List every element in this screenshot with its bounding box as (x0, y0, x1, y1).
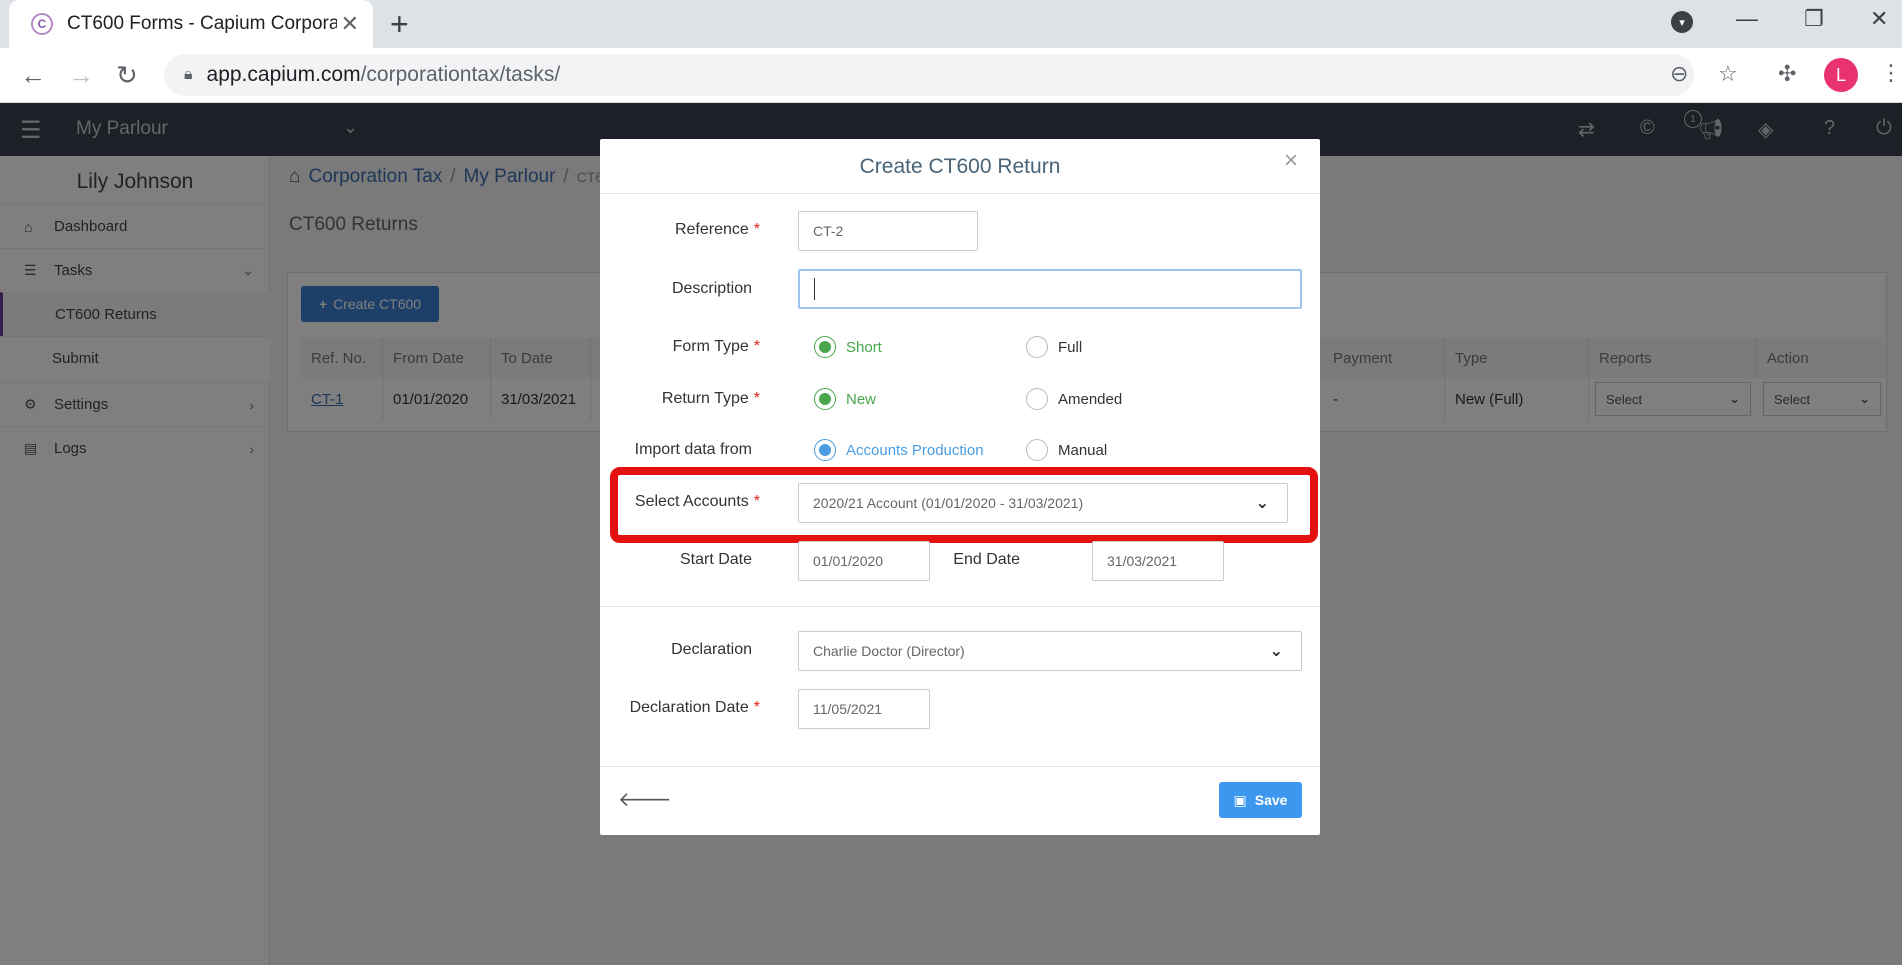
browser-tab[interactable]: C CT600 Forms - Capium Corporati ✕ (9, 0, 373, 48)
return-type-amended-radio[interactable]: Amended (1026, 388, 1122, 410)
radio-label: Full (1058, 338, 1083, 356)
lock-icon: 🔒︎ (184, 66, 193, 83)
close-window-icon[interactable]: ✕ (1870, 6, 1888, 32)
create-ct600-modal: Create CT600 Return × Reference * CT-2 De… (600, 139, 1320, 835)
declaration-date-input[interactable]: 11/05/2021 (798, 689, 930, 729)
browser-tab-title: CT600 Forms - Capium Corporati (67, 13, 337, 34)
capium-favicon-icon: C (31, 13, 53, 35)
save-button[interactable]: ▣ Save (1219, 782, 1302, 818)
description-label: Description (671, 280, 752, 297)
tab-close-icon[interactable]: ✕ (341, 11, 359, 37)
reference-input[interactable]: CT-2 (798, 211, 978, 251)
radio-label: Short (846, 338, 882, 356)
radio-selected-icon (814, 336, 836, 358)
browser-tab-bar: C CT600 Forms - Capium Corporati ✕ + ▾ —… (0, 0, 1902, 48)
tab-search-icon[interactable]: ▾ (1671, 11, 1693, 33)
reference-label-text: Reference (674, 221, 749, 238)
declaration-date-label: Declaration Date * (600, 699, 760, 717)
reload-icon[interactable]: ↻ (116, 60, 138, 91)
profile-avatar[interactable]: L (1824, 58, 1858, 92)
minimize-icon[interactable]: — (1736, 6, 1758, 32)
required-mark: * (753, 338, 760, 355)
url-host: app.capium.com (206, 63, 361, 86)
import-accounts-production-radio[interactable]: Accounts Production (814, 439, 984, 461)
declaration-dropdown[interactable]: Charlie Doctor (Director) ⌄ (798, 631, 1302, 671)
radio-label: Amended (1058, 390, 1123, 408)
declaration-date-label-text: Declaration Date (629, 699, 749, 716)
radio-unselected-icon (1026, 439, 1048, 461)
import-manual-radio[interactable]: Manual (1026, 439, 1107, 461)
required-mark: * (753, 221, 760, 238)
declaration-label: Declaration (671, 641, 752, 658)
url-input[interactable]: 🔒︎ app.capium.com /corporationtax/tasks/ (164, 54, 1694, 96)
forward-arrow-icon[interactable]: → (68, 60, 94, 91)
end-date-label: End Date (953, 551, 1020, 568)
close-icon[interactable]: × (1284, 147, 1298, 175)
url-path: /corporationtax/tasks/ (360, 63, 561, 86)
browser-address-bar: ← → ↻ 🔒︎ app.capium.com /corporationtax/… (0, 48, 1902, 103)
end-date-input[interactable]: 31/03/2021 (1092, 541, 1224, 581)
form-type-label: Form Type * (600, 338, 760, 356)
floppy-disk-icon: ▣ (1233, 791, 1247, 808)
modal-divider (600, 766, 1320, 767)
radio-selected-icon (814, 439, 836, 461)
back-arrow-icon[interactable]: ← (20, 60, 46, 91)
browser-menu-icon[interactable]: ⋮ (1880, 60, 1902, 86)
radio-unselected-icon (1026, 388, 1048, 410)
return-type-label-text: Return Type (661, 390, 749, 407)
required-mark: * (753, 390, 760, 407)
declaration-value: Charlie Doctor (Director) (813, 643, 965, 659)
restore-window-icon[interactable]: ❐ (1804, 6, 1824, 32)
modal-divider (600, 193, 1320, 194)
description-input[interactable] (798, 269, 1302, 309)
radio-selected-icon (814, 388, 836, 410)
bookmark-star-icon[interactable]: ☆ (1718, 61, 1738, 87)
start-date-label: Start Date (679, 551, 752, 568)
back-arrow-icon[interactable]: 🡐 (618, 787, 672, 812)
chevron-down-icon: ⌄ (1269, 643, 1283, 660)
form-type-full-radio[interactable]: Full (1026, 336, 1082, 358)
modal-title: Create CT600 Return (859, 155, 1061, 178)
new-tab-button[interactable]: + (390, 6, 409, 43)
extensions-puzzle-icon[interactable]: ✣ (1778, 61, 1796, 87)
return-type-label: Return Type * (600, 390, 760, 408)
radio-label: Manual (1058, 441, 1108, 459)
form-type-label-text: Form Type (672, 338, 749, 355)
save-button-label: Save (1254, 792, 1288, 808)
radio-label: New (846, 390, 877, 408)
form-type-short-radio[interactable]: Short (814, 336, 882, 358)
highlight-annotation (610, 467, 1318, 543)
text-caret (814, 278, 815, 300)
radio-label: Accounts Production (846, 441, 984, 459)
import-data-label: Import data from (634, 441, 752, 458)
zoom-out-icon[interactable]: ⊖ (1670, 61, 1688, 87)
required-mark: * (753, 699, 760, 716)
modal-divider (600, 606, 1320, 607)
radio-unselected-icon (1026, 336, 1048, 358)
reference-label: Reference * (600, 221, 760, 239)
return-type-new-radio[interactable]: New (814, 388, 876, 410)
